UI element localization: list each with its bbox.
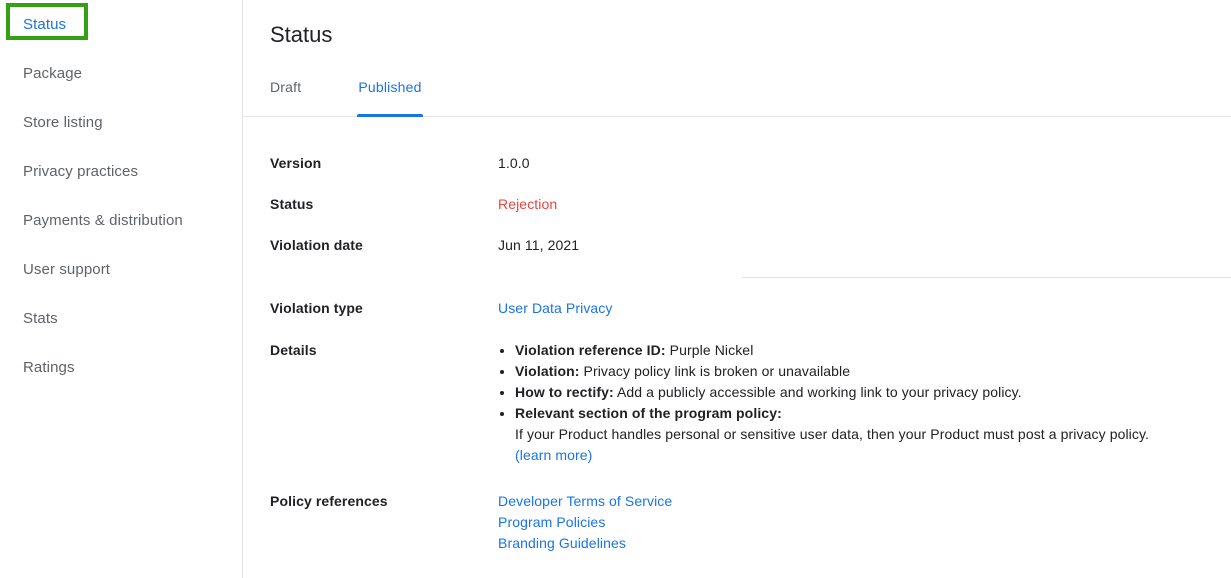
- sidebar-item-label: Store listing: [23, 114, 103, 131]
- sidebar-item-ratings[interactable]: Ratings: [0, 343, 242, 392]
- main-content: Status Draft Published Version 1.0.0 Sta…: [243, 0, 1231, 578]
- relevant-section-paragraph: If your Product handles personal or sens…: [515, 426, 1150, 442]
- sidebar-item-label: User support: [23, 261, 111, 278]
- row-details: Details Violation reference ID: Purple N…: [243, 340, 1231, 466]
- policy-reference-link-branding-guidelines[interactable]: Branding Guidelines: [498, 533, 672, 554]
- details-value: Violation reference ID: Purple Nickel Vi…: [498, 340, 1149, 466]
- sidebar-item-label: Status: [23, 16, 67, 33]
- tab-label: Published: [358, 79, 422, 95]
- policy-reference-link-developer-terms[interactable]: Developer Terms of Service: [498, 491, 672, 512]
- detail-term: Violation:: [515, 363, 580, 379]
- detail-text: Purple Nickel: [665, 342, 754, 358]
- sidebar-item-label: Privacy practices: [23, 163, 139, 180]
- detail-term: How to rectify:: [515, 384, 614, 400]
- details-label: Details: [270, 342, 317, 358]
- policy-reference-link-program-policies[interactable]: Program Policies: [498, 512, 672, 533]
- row-violation-type: Violation type User Data Privacy: [243, 298, 1231, 318]
- sidebar-item-label: Ratings: [23, 359, 75, 376]
- sidebar-item-label: Stats: [23, 310, 58, 327]
- tab-bar: Draft Published: [243, 72, 1231, 117]
- sidebar-item-package[interactable]: Package: [0, 49, 242, 98]
- violation-type-value-wrapper: User Data Privacy: [498, 298, 613, 318]
- violation-type-link[interactable]: User Data Privacy: [498, 300, 613, 316]
- row-status: Status Rejection: [243, 194, 1231, 214]
- tab-published[interactable]: Published: [357, 72, 423, 117]
- row-policy-references: Policy references Developer Terms of Ser…: [243, 491, 1231, 554]
- sidebar-item-store-listing[interactable]: Store listing: [0, 98, 242, 147]
- status-badge: Rejection: [498, 196, 558, 212]
- section-divider: [742, 277, 1231, 278]
- detail-text: Add a publicly accessible and working li…: [613, 384, 1022, 400]
- sidebar-item-privacy-practices[interactable]: Privacy practices: [0, 147, 242, 196]
- policy-references-label: Policy references: [270, 493, 388, 509]
- tab-draft[interactable]: Draft: [270, 72, 301, 117]
- tab-label: Draft: [270, 79, 302, 95]
- app-root: Status Package Store listing Privacy pra…: [0, 0, 1231, 578]
- list-item: Relevant section of the program policy: …: [515, 403, 1149, 466]
- sidebar-item-label: Payments & distribution: [23, 212, 183, 229]
- list-item: Violation: Privacy policy link is broken…: [515, 361, 1149, 382]
- detail-term: Relevant section of the program policy:: [515, 405, 782, 421]
- violation-date-value: Jun 11, 2021: [498, 237, 580, 253]
- detail-text: Privacy policy link is broken or unavail…: [579, 363, 851, 379]
- policy-references-list: Developer Terms of Service Program Polic…: [498, 491, 672, 554]
- sidebar-item-status[interactable]: Status: [0, 0, 242, 49]
- sidebar-item-user-support[interactable]: User support: [0, 245, 242, 294]
- status-details-panel: Version 1.0.0 Status Rejection Violation…: [243, 117, 1231, 554]
- violation-type-label: Violation type: [270, 300, 363, 316]
- version-label: Version: [270, 155, 322, 171]
- sidebar-item-stats[interactable]: Stats: [0, 294, 242, 343]
- status-label: Status: [270, 196, 314, 212]
- page-title: Status: [270, 22, 333, 47]
- list-item: How to rectify: Add a publicly accessibl…: [515, 382, 1149, 403]
- row-violation-date: Violation date Jun 11, 2021: [243, 235, 1231, 255]
- list-item: Violation reference ID: Purple Nickel: [515, 340, 1149, 361]
- version-value: 1.0.0: [498, 155, 530, 171]
- violation-date-label: Violation date: [270, 237, 363, 253]
- learn-more-link[interactable]: (learn more): [515, 447, 592, 463]
- sidebar-item-payments-distribution[interactable]: Payments & distribution: [0, 196, 242, 245]
- detail-term: Violation reference ID:: [515, 342, 666, 358]
- sidebar: Status Package Store listing Privacy pra…: [0, 0, 243, 578]
- sidebar-item-label: Package: [23, 65, 83, 82]
- details-list: Violation reference ID: Purple Nickel Vi…: [498, 340, 1149, 466]
- row-version: Version 1.0.0: [243, 153, 1231, 173]
